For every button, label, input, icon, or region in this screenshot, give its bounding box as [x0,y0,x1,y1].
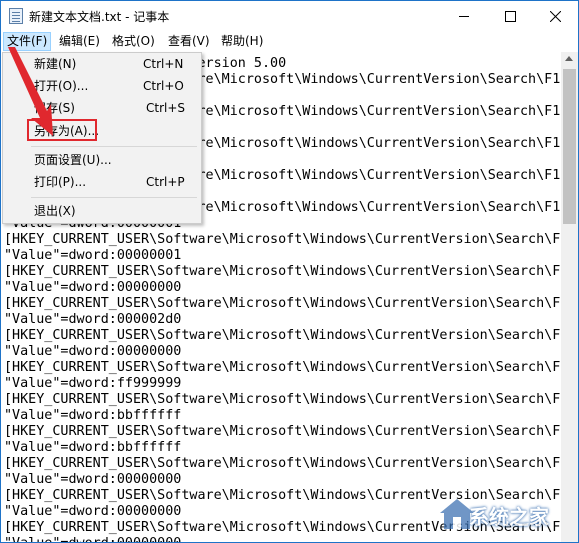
menu-item-label: 打开(O)... [34,79,89,93]
menu-bar: 文件(F) 编辑(E) 格式(O) 查看(V) 帮助(H) [1,32,578,52]
menu-item-shortcut: Ctrl+N [143,57,184,71]
menu-item-save[interactable]: 保存(S) Ctrl+S [3,97,201,119]
text-line: "Value"=dword:00000000 [4,344,182,359]
text-line: [HKEY_CURRENT_USER\Software\Microsoft\Wi… [4,392,561,407]
text-line: [HKEY_CURRENT_USER\Software\Microsoft\Wi… [4,264,561,279]
text-line: [HKEY_CURRENT_USER\Software\Microsoft\Wi… [4,360,561,375]
text-line: "Value"=dword:00000000 [4,280,182,295]
menu-edit[interactable]: 编辑(E) [56,32,103,51]
menu-file[interactable]: 文件(F) [3,32,52,51]
menu-view[interactable]: 查看(V) [165,32,213,51]
menu-item-label: 打印(P)... [34,175,87,189]
watermark-logo: 系统之家 [437,485,578,542]
menu-item-label: 页面设置(U)... [34,153,112,167]
text-line: [HKEY_CURRENT_USER\Software\Microsoft\Wi… [4,456,561,471]
text-line: "Value"=dword:00000001 [4,248,182,263]
text-line: "Value"=dword:00000000 [4,536,181,542]
save-as-highlight-box [27,119,97,141]
vertical-scrollbar[interactable] [561,52,578,542]
text-line: "Value"=dword:bbffffff [4,440,182,455]
menu-help[interactable]: 帮助(H) [218,32,266,51]
text-line: [HKEY_CURRENT_USER\Software\Microsoft\Wi… [4,232,561,247]
menu-item-new[interactable]: 新建(N) Ctrl+N [3,53,201,75]
menu-item-print[interactable]: 打印(P)... Ctrl+P [3,171,201,193]
maximize-button[interactable] [487,1,533,32]
menu-format[interactable]: 格式(O) [109,32,158,51]
text-line: "Value"=dword:ff999999 [4,376,182,391]
title-bar[interactable]: 新建文本文档.txt - 记事本 [1,1,578,32]
menu-item-page-setup[interactable]: 页面设置(U)... [3,149,201,171]
text-line: "Value"=dword:000002d0 [4,312,182,327]
watermark-text: 系统之家 [469,505,549,529]
text-line: [HKEY_CURRENT_USER\Software\Microsoft\Wi… [4,328,561,343]
text-line: [HKEY_CURRENT_USER\Software\Microsoft\Wi… [4,296,561,311]
scroll-up-icon[interactable] [565,56,573,61]
text-line: "Value"=dword:00000000 [4,504,182,519]
menu-item-shortcut: Ctrl+O [143,79,184,93]
menu-separator [31,197,197,198]
menu-item-label: 新建(N) [34,57,77,71]
notepad-icon [9,8,23,24]
menu-item-label: 退出(X) [34,204,76,218]
menu-item-open[interactable]: 打开(O)... Ctrl+O [3,75,201,97]
menu-item-shortcut: Ctrl+P [146,175,185,189]
text-line: [HKEY_CURRENT_USER\Software\Microsoft\Wi… [4,424,561,439]
window-title: 新建文本文档.txt - 记事本 [29,10,170,24]
text-line: "Value"=dword:00000000 [4,472,182,487]
menu-separator [31,146,197,147]
minimize-button[interactable] [441,1,487,32]
close-button[interactable] [532,1,578,32]
menu-item-shortcut: Ctrl+S [146,101,186,115]
menu-item-exit[interactable]: 退出(X) [3,200,201,222]
notepad-window: 新建文本文档.txt - 记事本 文件(F) 编辑(E) 格式(O) 查看(V)… [0,0,579,543]
text-line: "Value"=dword:bbffffff [4,408,182,423]
scroll-thumb[interactable] [563,69,576,224]
close-icon [550,11,561,22]
menu-item-label: 保存(S) [34,101,75,115]
